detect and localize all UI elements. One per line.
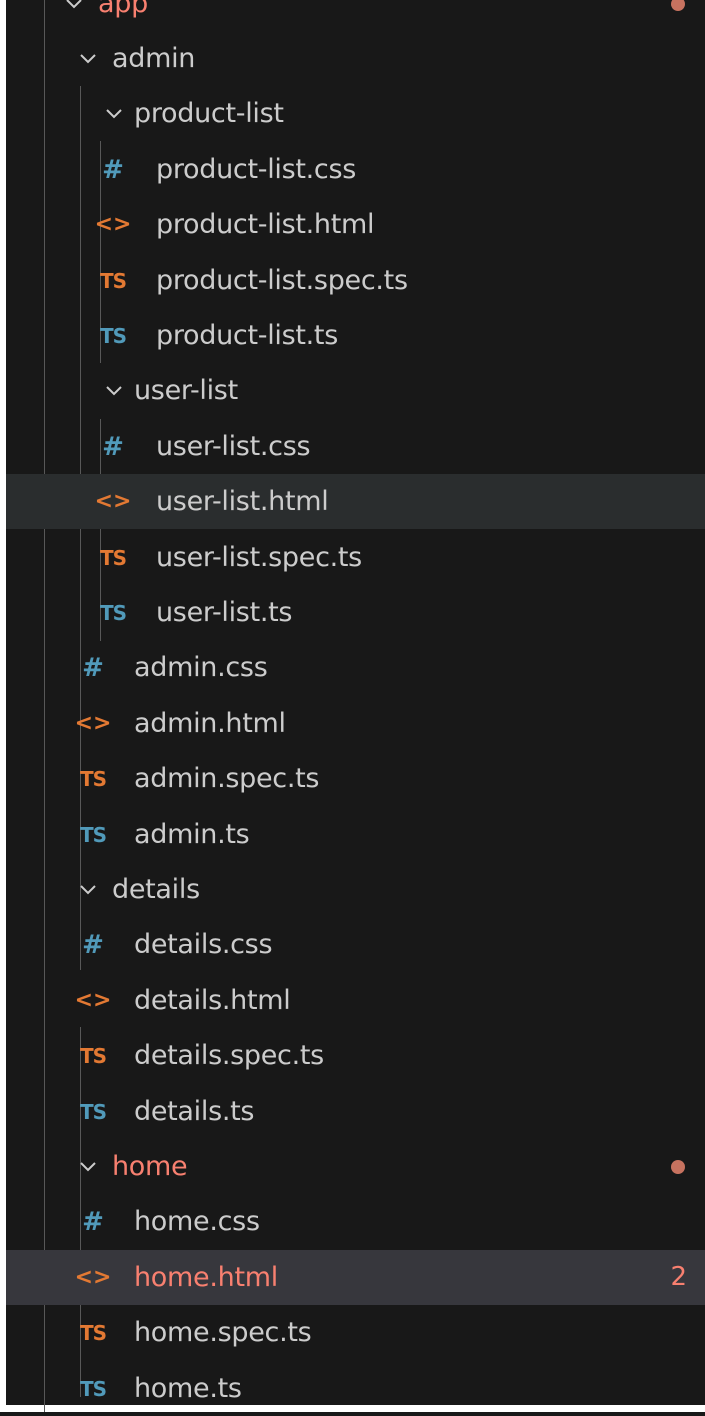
html-file-icon: <>: [74, 988, 112, 1013]
tree-item-label: admin.spec.ts: [134, 763, 320, 794]
typescript-spec-file-icon: TS: [99, 545, 127, 570]
modified-dot: [671, 0, 685, 11]
css-file-icon: #: [102, 431, 124, 462]
typescript-file-icon: TS: [99, 323, 127, 348]
tree-item-label: admin.ts: [134, 819, 250, 850]
tree-item-user-list-css[interactable]: # user-list.css: [6, 419, 705, 474]
tree-item-label: home.spec.ts: [134, 1317, 312, 1348]
tree-item-label: product-list: [134, 98, 284, 129]
typescript-spec-file-icon: TS: [79, 1320, 107, 1345]
html-file-icon: <>: [74, 1265, 112, 1290]
tree-item-app-folder[interactable]: app: [6, 0, 705, 31]
tree-item-label: home: [112, 1151, 188, 1182]
tree-item-label: product-list.css: [156, 154, 357, 185]
typescript-file-icon: TS: [79, 1099, 107, 1124]
tree-item-label: app: [98, 0, 148, 19]
tree-item-home-css[interactable]: # home.css: [6, 1194, 705, 1249]
tree-item-admin-ts[interactable]: TS admin.ts: [6, 807, 705, 862]
chevron-down-icon[interactable]: [102, 86, 126, 141]
tree-item-label: home.ts: [134, 1373, 242, 1404]
tree-item-details[interactable]: details: [6, 862, 705, 917]
tree-item-label: home.html: [134, 1262, 278, 1293]
tree-item-admin[interactable]: admin: [6, 31, 705, 86]
tree-item-product-list-spec-ts[interactable]: TS product-list.spec.ts: [6, 253, 705, 308]
chevron-down-icon[interactable]: [76, 862, 100, 917]
css-file-icon: #: [82, 1206, 104, 1237]
tree-item-home-html[interactable]: <> home.html 2: [6, 1250, 705, 1305]
chevron-down-icon[interactable]: [76, 1139, 100, 1194]
modified-dot: [671, 1160, 685, 1174]
css-file-icon: #: [102, 154, 124, 185]
tree-item-home-spec-ts[interactable]: TS home.spec.ts: [6, 1305, 705, 1360]
tree-item-label: user-list.spec.ts: [156, 542, 362, 573]
tree-item-user-list-html[interactable]: <> user-list.html: [6, 474, 705, 529]
html-file-icon: <>: [94, 212, 132, 237]
tree-item-label: user-list.ts: [156, 597, 293, 628]
tree-item-label: details: [112, 874, 200, 905]
html-file-icon: <>: [74, 711, 112, 736]
tree-item-user-list-spec-ts[interactable]: TS user-list.spec.ts: [6, 530, 705, 585]
tree-item-label: details.spec.ts: [134, 1040, 324, 1071]
tree-item-admin-spec-ts[interactable]: TS admin.spec.ts: [6, 751, 705, 806]
tree-item-label: product-list.ts: [156, 320, 338, 351]
typescript-spec-file-icon: TS: [79, 766, 107, 791]
css-file-icon: #: [82, 652, 104, 683]
tree-item-label: product-list.spec.ts: [156, 265, 408, 296]
chevron-down-icon[interactable]: [62, 0, 86, 31]
html-file-icon: <>: [94, 489, 132, 514]
tree-item-label: details.css: [134, 929, 273, 960]
tree-item-label: product-list.html: [156, 209, 375, 240]
tree-item-label: user-list.html: [156, 486, 329, 517]
typescript-file-icon: TS: [79, 1376, 107, 1401]
chevron-down-icon[interactable]: [102, 363, 126, 418]
typescript-spec-file-icon: TS: [99, 268, 127, 293]
typescript-file-icon: TS: [79, 822, 107, 847]
tree-item-product-list[interactable]: product-list: [6, 86, 705, 141]
tree-item-label: details.html: [134, 985, 291, 1016]
tree-item-product-list-ts[interactable]: TS product-list.ts: [6, 308, 705, 363]
tree-item-details-spec-ts[interactable]: TS details.spec.ts: [6, 1028, 705, 1083]
tree-item-home-ts[interactable]: TS home.ts: [6, 1361, 705, 1416]
tree-item-user-list-ts[interactable]: TS user-list.ts: [6, 585, 705, 640]
tree-item-details-html[interactable]: <> details.html: [6, 973, 705, 1028]
tree-item-product-list-css[interactable]: # product-list.css: [6, 142, 705, 197]
tree-item-label: details.ts: [134, 1096, 255, 1127]
tree-item-label: admin.css: [134, 652, 268, 683]
tree-item-details-css[interactable]: # details.css: [6, 917, 705, 972]
typescript-file-icon: TS: [99, 600, 127, 625]
tree-item-label: admin: [112, 43, 196, 74]
chevron-down-icon[interactable]: [76, 31, 100, 86]
problems-count-badge: 2: [670, 1262, 687, 1292]
tree-item-label: user-list.css: [156, 431, 311, 462]
tree-item-product-list-html[interactable]: <> product-list.html: [6, 197, 705, 252]
tree-item-admin-html[interactable]: <> admin.html: [6, 696, 705, 751]
typescript-spec-file-icon: TS: [79, 1043, 107, 1068]
tree-item-user-list[interactable]: user-list: [6, 363, 705, 418]
tree-item-details-ts[interactable]: TS details.ts: [6, 1084, 705, 1139]
tree-item-admin-css[interactable]: # admin.css: [6, 640, 705, 695]
tree-item-label: user-list: [134, 375, 238, 406]
tree-item-label: home.css: [134, 1206, 260, 1237]
tree-item-label: admin.html: [134, 708, 286, 739]
tree-item-home[interactable]: home: [6, 1139, 705, 1194]
css-file-icon: #: [82, 929, 104, 960]
